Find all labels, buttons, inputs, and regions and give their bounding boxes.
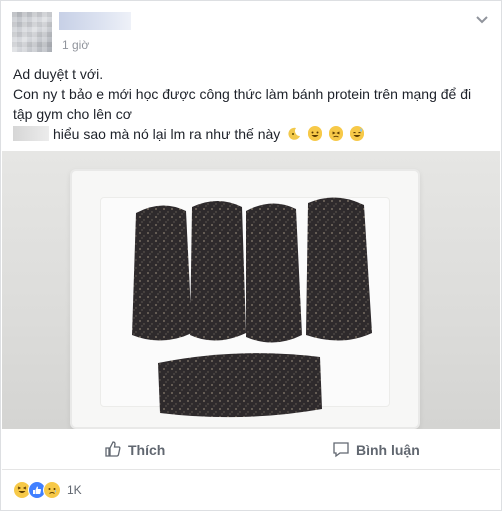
post-actions: Thích Bình luận (2, 431, 500, 470)
sweat-smile-emoji-icon (349, 126, 364, 141)
post-card: 1 giờ Ad duyệt t với. Con ny t bảo e mới… (0, 0, 502, 511)
grinning-emoji-icon (308, 126, 323, 141)
protein-bar (246, 203, 302, 343)
protein-bar (158, 353, 322, 418)
persevering-emoji-icon (328, 126, 343, 141)
post-time[interactable]: 1 giờ (62, 38, 89, 52)
reaction-count[interactable]: 1K (67, 483, 82, 497)
avatar[interactable] (12, 12, 52, 52)
post-text: Ad duyệt t với. Con ny t bảo e mới học đ… (13, 64, 491, 144)
moon-emoji-icon (287, 126, 301, 140)
protein-bars-illustration (132, 197, 372, 418)
like-label: Thích (128, 442, 166, 458)
protein-bar (306, 197, 372, 341)
like-button[interactable]: Thích (104, 431, 165, 469)
comment-label: Bình luận (356, 442, 420, 458)
protein-bar (132, 205, 192, 341)
comment-icon (332, 440, 350, 461)
like-icon (104, 440, 122, 461)
post-text-line-3-wrap: hiểu sao mà nó lại lm ra như thế này (13, 124, 491, 144)
author-name-redacted[interactable] (59, 12, 131, 30)
post-text-line-1: Ad duyệt t với. (13, 66, 104, 82)
post-photo[interactable] (2, 151, 500, 429)
post-text-line-3: hiểu sao mà nó lại lm ra như thế này (53, 126, 281, 142)
sad-reaction-icon (43, 481, 61, 499)
comment-button[interactable]: Bình luận (332, 431, 420, 469)
more-icon[interactable] (475, 15, 489, 25)
protein-bar (190, 201, 246, 341)
reaction-summary[interactable]: 1K (13, 481, 82, 499)
mention-redacted (13, 126, 49, 141)
post-text-line-2: Con ny t bảo e mới học được công thức là… (13, 86, 472, 122)
